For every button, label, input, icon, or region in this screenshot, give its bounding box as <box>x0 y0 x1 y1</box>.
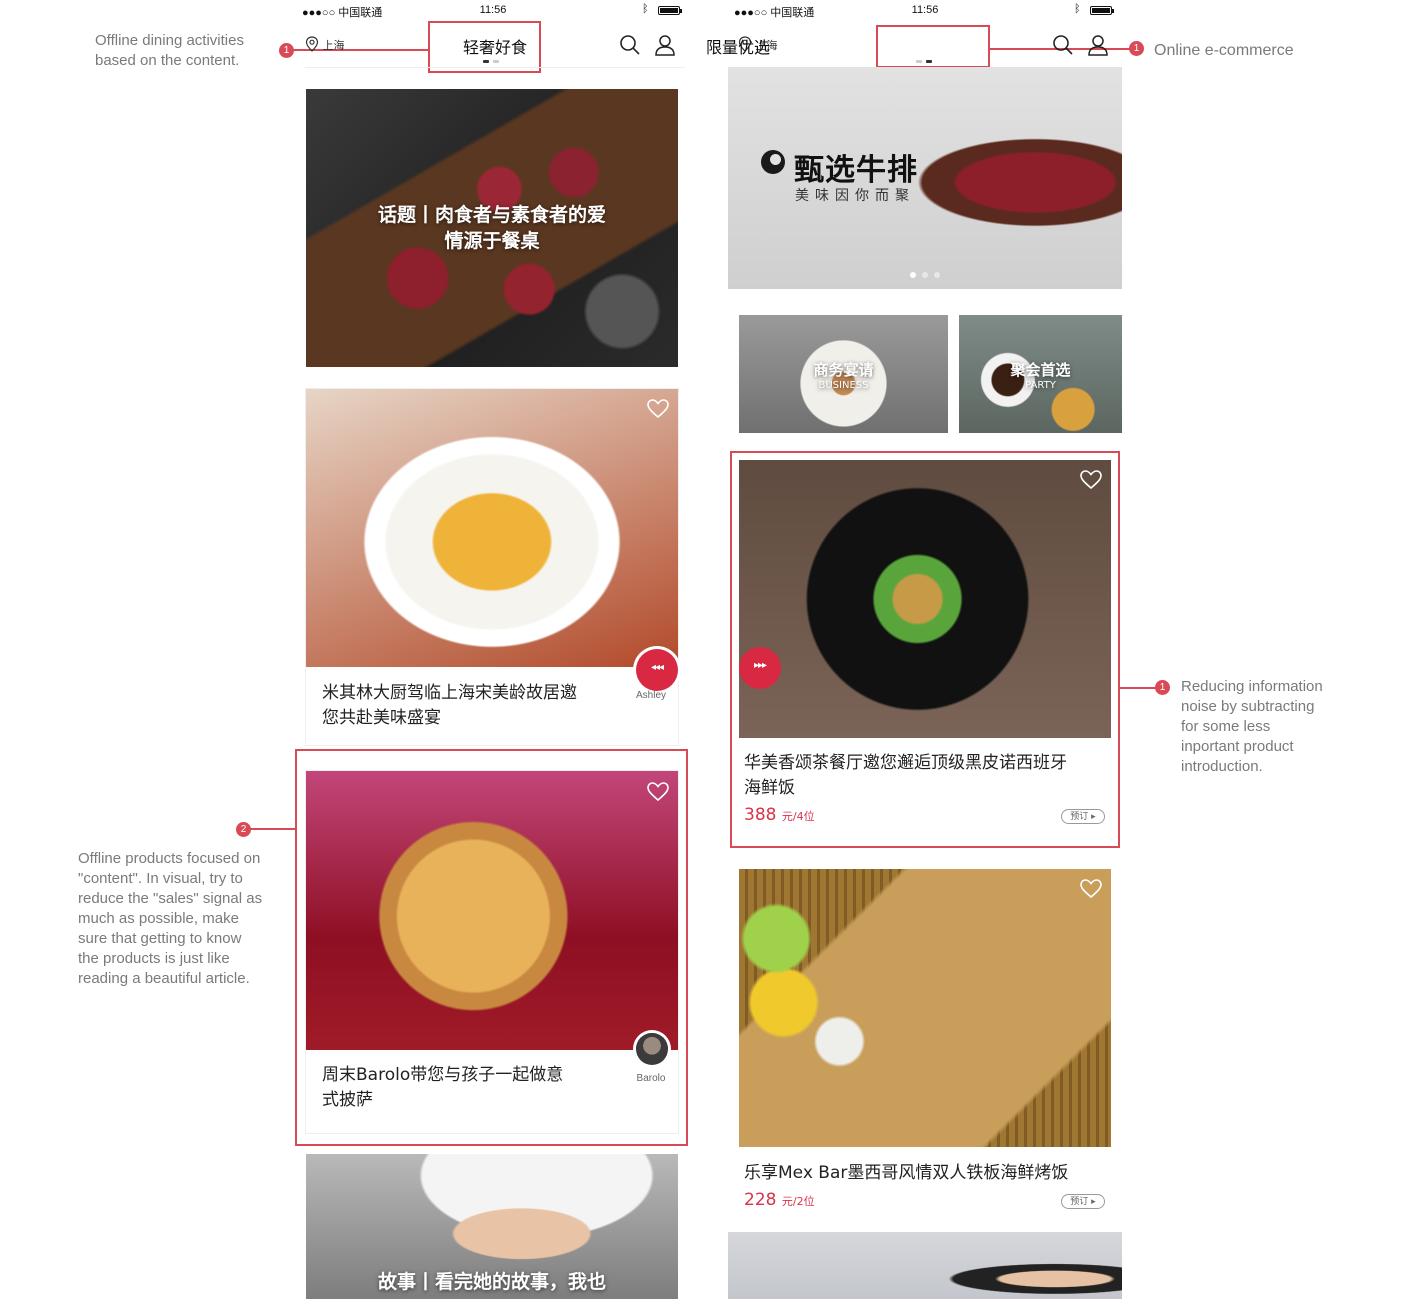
story-image[interactable]: 故事丨看完她的故事，我也 <box>306 1154 678 1299</box>
card-image <box>306 389 678 667</box>
battery-icon <box>1090 6 1114 15</box>
card-title: 周末Barolo带您与孩子一起做意 式披萨 <box>322 1063 622 1113</box>
card-title: 米其林大厨驾临上海宋美龄故居邀 您共赴美味盛宴 <box>322 681 622 731</box>
annotation-dining-text: Offline dining activities based on the c… <box>95 31 244 71</box>
annotation-marker: 1 <box>1155 680 1170 695</box>
category-en: PARTY <box>1025 380 1056 391</box>
author-avatar[interactable]: ◂◂◂ <box>636 649 678 691</box>
nav-divider <box>305 67 685 68</box>
hero-image[interactable]: 话题丨肉食者与素食者的爱 情源于餐桌 <box>306 89 678 367</box>
author-avatar[interactable] <box>636 1033 668 1065</box>
promo-banner[interactable]: 甄选牛排 美味因你而聚 <box>728 67 1122 289</box>
annotation-line: sure that getting to know <box>78 930 242 947</box>
book-label: 预订 <box>1070 1197 1089 1207</box>
page-indicator <box>483 60 489 63</box>
heart-icon[interactable] <box>647 399 669 419</box>
category-cn: 商务宴请 <box>813 361 874 379</box>
status-time: 11:56 <box>479 4 507 16</box>
price-value: 388 <box>744 805 777 825</box>
annotation-line: Offline dining activities <box>95 32 244 49</box>
annotation-line: introduction. <box>1181 758 1263 775</box>
annotation-line: for some less <box>1181 718 1271 735</box>
category-label: 商务宴请 BUSINESS <box>739 359 948 391</box>
annotation-marker: 1 <box>1129 41 1144 56</box>
product-price: 388 元/4位 <box>744 805 815 825</box>
product-title: 华美香颂茶餐厅邀您邂逅顶级黑皮诺西班牙 海鲜饭 <box>744 751 1104 801</box>
status-bar: ●●●○○ 中国联通 11:56 ᛒ <box>302 0 684 22</box>
product-image[interactable] <box>739 869 1111 1147</box>
status-time: 11:56 <box>911 4 939 16</box>
brand-logo-icon <box>761 150 785 174</box>
page-title[interactable]: 限量优选 <box>548 34 928 58</box>
annotation-line: "content". In visual, try to <box>78 870 243 887</box>
annotation-connector <box>250 828 295 830</box>
annotation-line: based on the content. <box>95 52 240 69</box>
annotation-connector <box>1120 687 1158 689</box>
annotation-line: reduce the "sales" signal as <box>78 890 263 907</box>
rewind-icon: ◂◂◂ <box>650 662 664 673</box>
price-value: 228 <box>744 1190 777 1210</box>
hero-title-line: 情源于餐桌 <box>444 230 540 252</box>
page-indicator <box>916 60 922 63</box>
annotation-ecommerce-text: Online e-commerce <box>1154 42 1294 59</box>
card-image <box>306 771 678 1050</box>
bluetooth-icon: ᛒ <box>642 3 649 15</box>
product-title-line: 华美香颂茶餐厅邀您邂逅顶级黑皮诺西班牙 <box>744 753 1067 773</box>
card-title-line: 周末Barolo带您与孩子一起做意 <box>322 1065 564 1085</box>
book-button[interactable]: 预订 ▸ <box>1061 1194 1105 1209</box>
heart-icon[interactable] <box>1080 470 1102 490</box>
carousel-dot[interactable] <box>922 272 928 278</box>
annotation-line: inportant product <box>1181 738 1294 755</box>
product-image[interactable] <box>739 460 1111 738</box>
annotation-line: the products is just like <box>78 950 230 967</box>
page-indicator <box>493 60 499 63</box>
search-icon[interactable] <box>1052 34 1074 56</box>
annotation-line: noise by subtracting <box>1181 698 1315 715</box>
category-business[interactable]: 商务宴请 BUSINESS <box>739 315 948 433</box>
heart-icon[interactable] <box>1080 879 1102 899</box>
card-title-line: 式披萨 <box>322 1090 373 1110</box>
author-name: Barolo <box>636 1073 666 1084</box>
heart-icon[interactable] <box>647 782 669 802</box>
bluetooth-icon: ᛒ <box>1074 3 1081 15</box>
page-indicator <box>926 60 932 63</box>
hero-title: 话题丨肉食者与素食者的爱 情源于餐桌 <box>306 202 678 254</box>
category-party[interactable]: 聚会首选 PARTY <box>959 315 1122 433</box>
top-nav: 上海 限量优选 <box>706 22 1118 68</box>
story-title: 故事丨看完她的故事，我也 <box>377 1271 606 1293</box>
annotation-line: Offline products focused on <box>78 850 261 867</box>
banner-slogan: 美味因你而聚 <box>795 188 915 204</box>
content-card[interactable]: 周末Barolo带您与孩子一起做意 式披萨 <box>306 771 678 1133</box>
price-unit: 元/2位 <box>781 1195 815 1208</box>
product-title: 乐享Mex Bar墨西哥风情双人铁板海鲜烤饭 <box>744 1163 1069 1183</box>
content-card[interactable]: 米其林大厨驾临上海宋美龄故居邀 您共赴美味盛宴 <box>306 389 678 745</box>
category-cn: 聚会首选 <box>1010 361 1071 379</box>
product-image[interactable] <box>728 1232 1122 1299</box>
product-price: 228 元/2位 <box>744 1190 815 1210</box>
annotation-line: much as possible, make <box>78 910 239 927</box>
category-label: 聚会首选 PARTY <box>959 359 1122 391</box>
annotation-marker: 2 <box>236 822 251 837</box>
card-title-line: 米其林大厨驾临上海宋美龄故居邀 <box>322 683 577 703</box>
book-label: 预订 <box>1070 812 1089 822</box>
status-bar: ●●●○○ 中国联通 11:56 ᛒ <box>734 0 1116 22</box>
author-name: Ashley <box>635 690 666 701</box>
annotation-line: Reducing information <box>1181 678 1323 695</box>
annotation-noise-text: Reducing information noise by subtractin… <box>1181 677 1323 777</box>
fast-forward-icon: ▸▸▸ <box>753 660 767 671</box>
product-title-line: 海鲜饭 <box>744 778 795 798</box>
carousel-dot[interactable] <box>934 272 940 278</box>
carousel-dot[interactable] <box>910 272 916 278</box>
category-en: BUSINESS <box>818 380 869 391</box>
banner-brand: 甄选牛排 <box>794 153 918 188</box>
card-title-line: 您共赴美味盛宴 <box>322 708 441 728</box>
hero-title-line: 话题丨肉食者与素食者的爱 <box>377 204 606 226</box>
play-button[interactable]: ▸▸▸ <box>739 647 781 689</box>
user-icon[interactable] <box>1087 34 1109 56</box>
battery-icon <box>658 6 682 15</box>
book-button[interactable]: 预订 ▸ <box>1061 809 1105 824</box>
price-unit: 元/4位 <box>781 810 815 823</box>
annotation-line: reading a beautiful article. <box>78 970 250 987</box>
annotation-content-text: Offline products focused on "content". I… <box>78 849 262 989</box>
